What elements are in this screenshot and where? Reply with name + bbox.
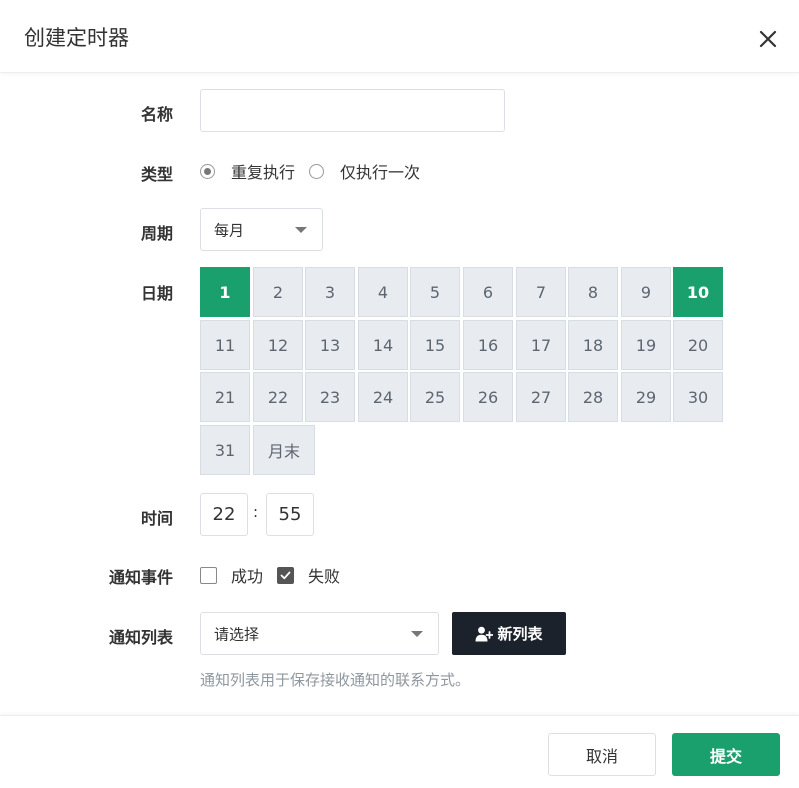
day-cell-26[interactable]: 26: [463, 372, 513, 422]
radio-circle-checked[interactable]: [200, 163, 215, 179]
day-cell-28[interactable]: 28: [568, 372, 618, 422]
period-label: 周期: [140, 224, 173, 243]
dialog-header: 创建定时器: [0, 0, 799, 73]
day-cell-8[interactable]: 8: [568, 267, 618, 317]
day-cell-1[interactable]: 1: [200, 267, 250, 317]
day-cell-27[interactable]: 27: [516, 372, 566, 422]
notify-list-label: 通知列表: [108, 628, 173, 647]
check-icon: [280, 571, 291, 579]
time-label: 时间: [140, 509, 173, 528]
day-cell-24[interactable]: 24: [358, 372, 408, 422]
notify-event-label: 通知事件: [108, 568, 173, 587]
name-label: 名称: [140, 105, 173, 124]
type-radio-once-label: 仅执行一次: [340, 163, 421, 182]
checkbox-box[interactable]: [200, 566, 217, 584]
day-cell-3[interactable]: 3: [305, 267, 355, 317]
day-cell-13[interactable]: 13: [305, 320, 355, 370]
dialog-title: 创建定时器: [24, 26, 129, 50]
day-cell-23[interactable]: 23: [305, 372, 355, 422]
notify-list-hint: 通知列表用于保存接收通知的联系方式。: [200, 671, 471, 689]
submit-button[interactable]: 提交: [672, 733, 780, 776]
day-cell-14[interactable]: 14: [358, 320, 408, 370]
type-radio-once[interactable]: 仅执行一次: [309, 159, 420, 183]
notify-success-checkbox[interactable]: 成功: [200, 563, 263, 587]
day-cell-7[interactable]: 7: [516, 267, 566, 317]
radio-circle[interactable]: [309, 163, 325, 179]
day-cell-4[interactable]: 4: [358, 267, 408, 317]
minute-input[interactable]: 55: [266, 493, 314, 536]
day-cell-11[interactable]: 11: [200, 320, 250, 370]
user-plus-icon: [475, 626, 494, 641]
day-cell-16[interactable]: 16: [463, 320, 513, 370]
day-cell-30[interactable]: 30: [673, 372, 723, 422]
new-list-button[interactable]: 新列表: [452, 612, 566, 655]
caret-down-icon: [295, 226, 307, 233]
notify-list-select[interactable]: 请选择: [200, 612, 439, 655]
name-input[interactable]: [201, 90, 504, 131]
time-separator: :: [253, 503, 259, 521]
day-cell-17[interactable]: 17: [516, 320, 566, 370]
day-cell-10[interactable]: 10: [673, 267, 723, 317]
day-cell-20[interactable]: 20: [673, 320, 723, 370]
day-cell-19[interactable]: 19: [621, 320, 671, 370]
notify-event-checkbox-group: 成功 失败: [200, 564, 354, 586]
notify-failure-label: 失败: [308, 567, 341, 586]
day-cell-15[interactable]: 15: [410, 320, 460, 370]
day-cell-5[interactable]: 5: [410, 267, 460, 317]
period-select-value: 每月: [214, 221, 245, 239]
type-radio-repeat[interactable]: 重复执行: [200, 159, 295, 183]
type-radio-repeat-label: 重复执行: [231, 163, 296, 182]
day-cell-12[interactable]: 12: [253, 320, 303, 370]
day-picker-grid: 1 2 3 4 5 6 7 8 9 10 11 12 13 14 15 16 17 18 19 20 21 22 23 24 2…: [200, 267, 726, 477]
day-cell-31[interactable]: 31: [200, 425, 250, 475]
day-cell-18[interactable]: 18: [568, 320, 618, 370]
day-cell-month-end[interactable]: 月末: [253, 425, 315, 475]
day-cell-22[interactable]: 22: [253, 372, 303, 422]
notify-success-label: 成功: [231, 567, 264, 586]
day-cell-29[interactable]: 29: [621, 372, 671, 422]
cancel-button[interactable]: 取消: [548, 733, 656, 776]
type-label: 类型: [140, 165, 173, 184]
notify-failure-checkbox[interactable]: 失败: [277, 563, 340, 587]
type-radio-group: 重复执行 仅执行一次: [200, 160, 434, 182]
day-cell-21[interactable]: 21: [200, 372, 250, 422]
date-label: 日期: [140, 284, 173, 303]
hour-input[interactable]: 22: [200, 493, 248, 536]
notify-list-select-value: 请选择: [214, 625, 260, 643]
name-field-wrapper: [200, 89, 505, 132]
checkbox-box-checked[interactable]: [277, 566, 295, 584]
caret-down-icon: [411, 630, 423, 637]
close-icon[interactable]: [757, 28, 779, 50]
day-cell-25[interactable]: 25: [410, 372, 460, 422]
day-cell-2[interactable]: 2: [253, 267, 303, 317]
new-list-button-label: 新列表: [497, 625, 543, 643]
period-select[interactable]: 每月: [200, 208, 323, 251]
day-cell-9[interactable]: 9: [621, 267, 671, 317]
day-cell-6[interactable]: 6: [463, 267, 513, 317]
